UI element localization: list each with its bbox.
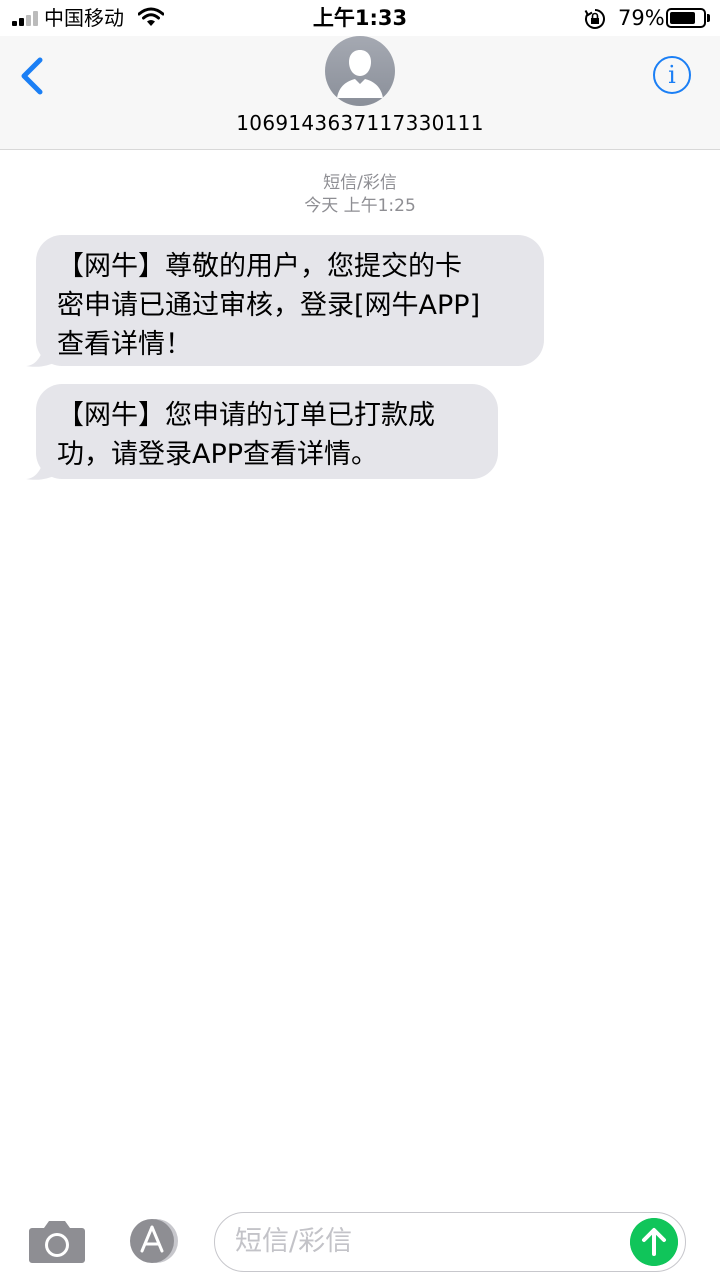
message-input-container[interactable] <box>214 1212 686 1272</box>
status-bar: 中国移动 上午1:33 79% <box>0 0 720 36</box>
message-timestamp: 今天 上午1:25 <box>304 196 416 216</box>
message-line: 查看详情！ <box>57 329 192 360</box>
message-bubble-incoming[interactable]: 【网牛】您申请的订单已打款成 功，请登录APP查看详情。 <box>36 384 498 479</box>
message-line: 功，请登录APP查看详情。 <box>57 439 379 470</box>
message-line: 【网牛】尊敬的用户，您提交的卡 <box>57 251 462 282</box>
battery-cap <box>707 14 710 22</box>
battery-icon <box>666 8 706 28</box>
conversation-meta: 短信/彩信 今天 上午1:25 <box>0 172 720 218</box>
app-store-icon[interactable] <box>121 1218 185 1264</box>
avatar[interactable] <box>325 36 395 106</box>
message-line: 密申请已通过审核，登录[网牛APP] <box>57 290 481 321</box>
message-bubble-incoming[interactable]: 【网牛】尊敬的用户，您提交的卡 密申请已通过审核，登录[网牛APP] 查看详情！ <box>36 235 544 366</box>
service-label: 短信/彩信 <box>323 173 397 193</box>
info-icon[interactable]: i <box>653 56 691 94</box>
status-time: 上午1:33 <box>312 6 408 30</box>
send-arrow-icon[interactable] <box>630 1218 678 1266</box>
rotation-lock-icon <box>584 9 605 29</box>
battery-percent: 79% <box>618 6 665 30</box>
message-input[interactable] <box>235 1213 635 1269</box>
conversation-header: 1069143637117330111 i <box>0 36 720 150</box>
message-line: 【网牛】您申请的订单已打款成 <box>57 400 435 431</box>
back-chevron-icon[interactable] <box>14 54 54 98</box>
camera-icon[interactable] <box>28 1218 86 1264</box>
contact-number[interactable]: 1069143637117330111 <box>0 110 720 136</box>
avatar-silhouette-icon <box>337 50 383 98</box>
